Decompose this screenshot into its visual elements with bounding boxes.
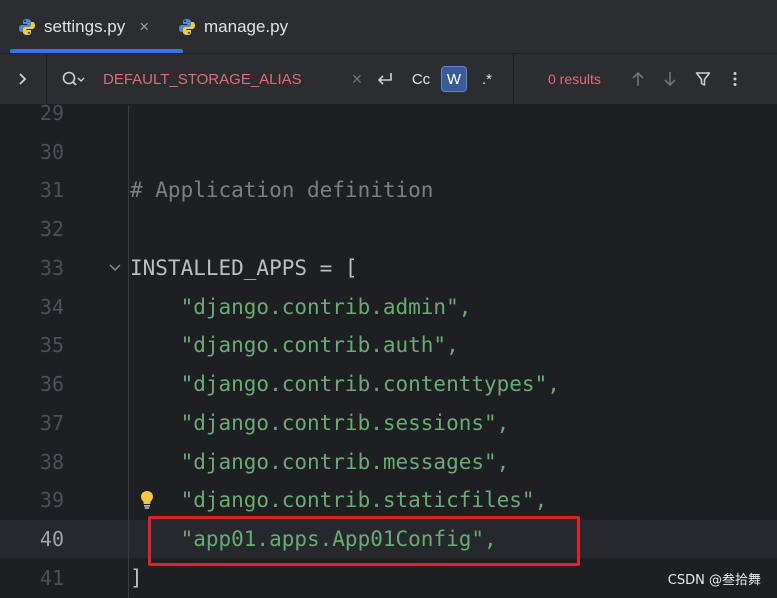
line-number: 32 [39, 217, 64, 241]
search-query-text: DEFAULT_STORAGE_ALIAS [103, 70, 302, 88]
clear-search-icon[interactable]: × [346, 54, 368, 104]
code-editor[interactable]: 29 30 31 # Application definition 32 33 … [0, 101, 777, 598]
tab-manage-py[interactable]: manage.py [178, 0, 288, 53]
line-number: 33 [39, 256, 64, 280]
code-string: "django.contrib.messages", [130, 450, 510, 474]
line-number: 41 [39, 566, 64, 590]
python-file-icon [18, 18, 36, 36]
next-occurrence-icon[interactable] [658, 54, 682, 104]
watermark: CSDN @叁拾舞 [667, 573, 761, 588]
filter-icon[interactable] [691, 54, 715, 104]
tab-settings-py[interactable]: settings.py × [9, 0, 184, 53]
search-results-count: 0 results [548, 71, 601, 87]
annotation-highlight-box [148, 516, 580, 566]
code-string: "django.contrib.admin", [130, 295, 472, 319]
code-string: "django.contrib.staticfiles", [130, 488, 548, 512]
find-bar-divider [513, 54, 514, 104]
previous-occurrence-icon[interactable] [626, 54, 650, 104]
search-input[interactable]: DEFAULT_STORAGE_ALIAS [103, 54, 302, 104]
line-number: 29 [39, 101, 64, 125]
line-number: 37 [39, 411, 64, 435]
code-text: ] [130, 566, 143, 590]
match-case-button[interactable]: Cc [408, 66, 434, 92]
code-string: "django.contrib.contenttypes", [130, 372, 560, 396]
line-number: 39 [39, 488, 64, 512]
words-button[interactable]: W [441, 66, 467, 92]
code-string: "django.contrib.auth", [130, 333, 459, 357]
indent-guide [128, 105, 129, 598]
line-number: 30 [39, 140, 64, 164]
editor-tab-bar: settings.py × manage.py [0, 0, 777, 54]
close-tab-icon[interactable]: × [139, 17, 149, 37]
line-number: 31 [39, 178, 64, 202]
tab-label: manage.py [204, 16, 289, 36]
code-string: "django.contrib.sessions", [130, 411, 510, 435]
new-line-icon[interactable] [372, 54, 398, 104]
regex-button[interactable]: .* [474, 66, 500, 92]
find-bar: DEFAULT_STORAGE_ALIAS × Cc W .* 0 result… [0, 54, 777, 105]
tab-label: settings.py [44, 16, 126, 36]
line-number: 40 [39, 527, 64, 551]
code-comment: # Application definition [130, 178, 434, 202]
line-number: 34 [39, 295, 64, 319]
python-file-icon [178, 18, 196, 36]
fold-chevron-down-icon[interactable] [106, 249, 124, 287]
line-number: 38 [39, 450, 64, 474]
line-number: 35 [39, 333, 64, 357]
code-text: INSTALLED_APPS = [ [130, 256, 358, 280]
more-options-icon[interactable] [724, 54, 746, 104]
line-number: 36 [39, 372, 64, 396]
